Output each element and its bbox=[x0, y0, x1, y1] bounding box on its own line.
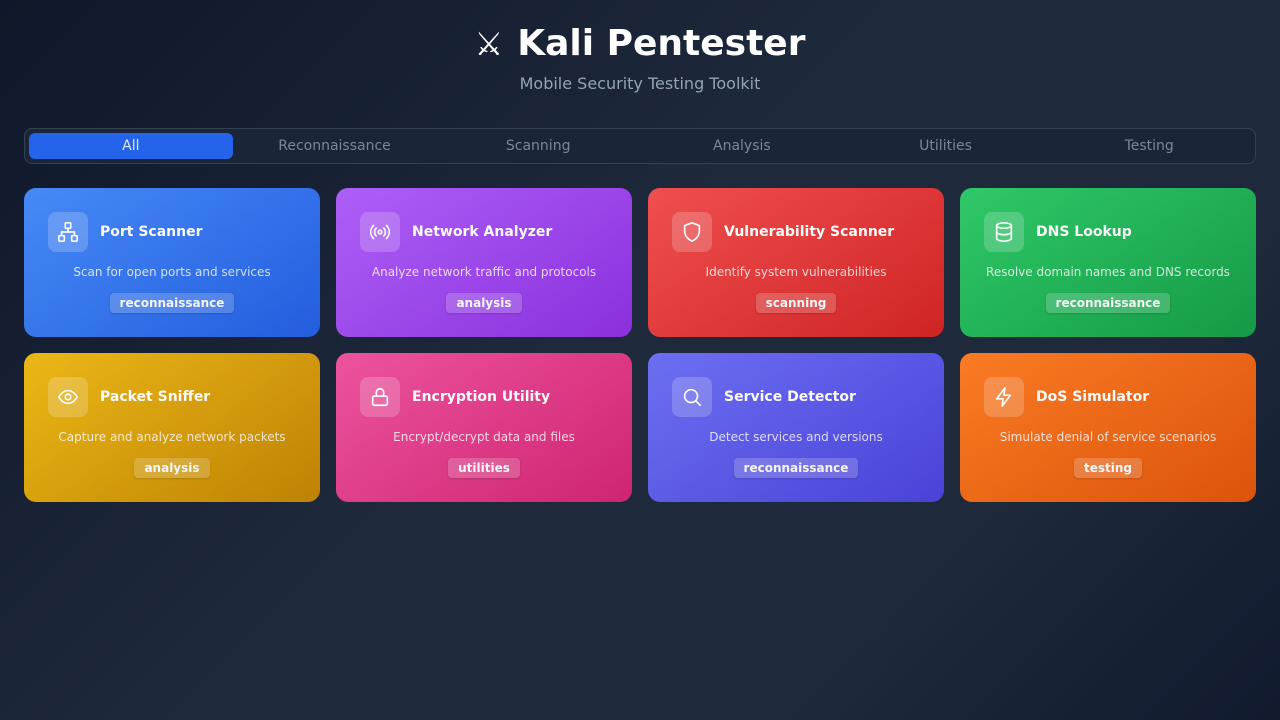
tool-name: Port Scanner bbox=[100, 224, 203, 240]
tool-description: Encrypt/decrypt data and files bbox=[393, 430, 575, 444]
tool-description: Scan for open ports and services bbox=[73, 265, 271, 279]
tab-reconnaissance[interactable]: Reconnaissance bbox=[233, 133, 437, 159]
tool-description: Capture and analyze network packets bbox=[58, 430, 286, 444]
lock-icon bbox=[360, 377, 400, 417]
tool-description: Simulate denial of service scenarios bbox=[999, 430, 1217, 444]
header: ⚔ Kali Pentester Mobile Security Testing… bbox=[0, 0, 1280, 94]
tool-card-packet-sniffer[interactable]: Packet Sniffer Capture and analyze netwo… bbox=[24, 353, 320, 502]
category-badge: reconnaissance bbox=[733, 458, 859, 478]
tool-name: DoS Simulator bbox=[1036, 389, 1150, 405]
tool-name: Service Detector bbox=[724, 389, 856, 405]
tool-name: Packet Sniffer bbox=[100, 389, 211, 405]
tool-grid: Port Scanner Scan for open ports and ser… bbox=[24, 188, 1256, 502]
search-icon bbox=[672, 377, 712, 417]
tool-card-port-scanner[interactable]: Port Scanner Scan for open ports and ser… bbox=[24, 188, 320, 337]
category-badge: testing bbox=[1074, 458, 1142, 478]
tool-card-encryption-utility[interactable]: Encryption Utility Encrypt/decrypt data … bbox=[336, 353, 632, 502]
title-row: ⚔ Kali Pentester bbox=[0, 22, 1280, 66]
tool-name: Network Analyzer bbox=[412, 224, 553, 240]
network-icon bbox=[48, 212, 88, 252]
tab-all[interactable]: All bbox=[29, 133, 233, 159]
tool-card-dos-simulator[interactable]: DoS Simulator Simulate denial of service… bbox=[960, 353, 1256, 502]
shield-icon bbox=[672, 212, 712, 252]
category-tabs: All Reconnaissance Scanning Analysis Uti… bbox=[24, 128, 1256, 164]
tool-card-network-analyzer[interactable]: Network Analyzer Analyze network traffic… bbox=[336, 188, 632, 337]
tool-name: Encryption Utility bbox=[412, 389, 551, 405]
eye-icon bbox=[48, 377, 88, 417]
tab-utilities[interactable]: Utilities bbox=[844, 133, 1048, 159]
tool-card-vulnerability-scanner[interactable]: Vulnerability Scanner Identify system vu… bbox=[648, 188, 944, 337]
tab-scanning[interactable]: Scanning bbox=[436, 133, 640, 159]
category-badge: utilities bbox=[448, 458, 520, 478]
category-badge: reconnaissance bbox=[109, 293, 235, 313]
tab-analysis[interactable]: Analysis bbox=[640, 133, 844, 159]
crossed-swords-icon: ⚔ bbox=[474, 25, 504, 63]
tool-name: Vulnerability Scanner bbox=[724, 224, 895, 240]
category-badge: scanning bbox=[755, 293, 837, 313]
tool-description: Identify system vulnerabilities bbox=[705, 265, 887, 279]
tool-description: Resolve domain names and DNS records bbox=[986, 265, 1230, 279]
lightning-icon bbox=[984, 377, 1024, 417]
app-title: Kali Pentester bbox=[517, 23, 806, 64]
category-badge: analysis bbox=[446, 293, 522, 313]
tool-description: Analyze network traffic and protocols bbox=[371, 265, 597, 279]
database-icon bbox=[984, 212, 1024, 252]
tool-name: DNS Lookup bbox=[1036, 224, 1132, 240]
category-badge: analysis bbox=[134, 458, 210, 478]
app-subtitle: Mobile Security Testing Toolkit bbox=[519, 74, 761, 93]
tool-description: Detect services and versions bbox=[709, 430, 883, 444]
tab-testing[interactable]: Testing bbox=[1047, 133, 1251, 159]
tool-card-dns-lookup[interactable]: DNS Lookup Resolve domain names and DNS … bbox=[960, 188, 1256, 337]
category-badge: reconnaissance bbox=[1045, 293, 1171, 313]
broadcast-icon bbox=[360, 212, 400, 252]
tool-card-service-detector[interactable]: Service Detector Detect services and ver… bbox=[648, 353, 944, 502]
